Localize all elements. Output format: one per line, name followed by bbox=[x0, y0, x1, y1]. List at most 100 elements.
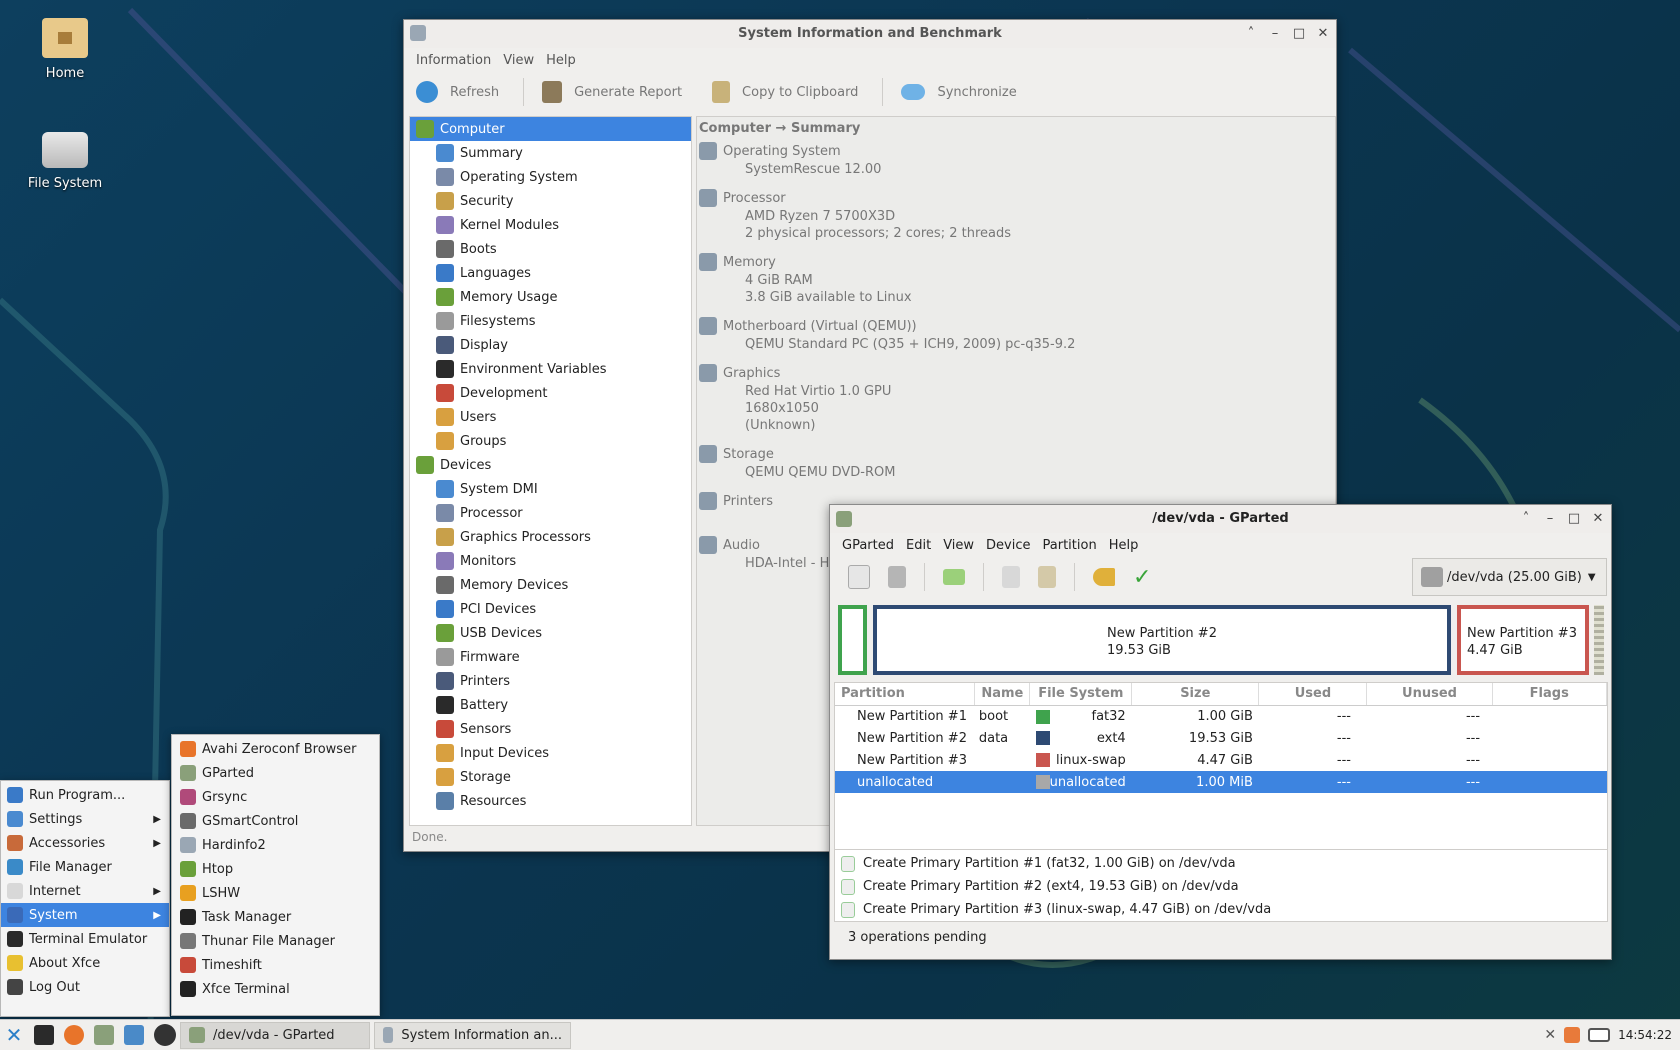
tree-item[interactable]: Memory Devices bbox=[410, 573, 691, 597]
menu-item[interactable]: Internet ▶ bbox=[1, 879, 169, 903]
menu-item[interactable]: Accessories ▶ bbox=[1, 831, 169, 855]
tree-item[interactable]: Operating System bbox=[410, 165, 691, 189]
minimize-icon[interactable]: – bbox=[1268, 20, 1282, 48]
title-bar[interactable]: /dev/vda - GParted ˄ – □ ✕ bbox=[830, 505, 1611, 533]
column-header[interactable]: File System bbox=[1029, 683, 1133, 706]
task-button-gparted[interactable]: /dev/vda - GParted bbox=[180, 1021, 370, 1049]
clock[interactable]: 14:54:22 bbox=[1618, 1028, 1672, 1042]
submenu-item[interactable]: Grsync bbox=[172, 785, 379, 809]
submenu-item[interactable]: LSHW bbox=[172, 881, 379, 905]
notification-icon[interactable] bbox=[1564, 1027, 1581, 1043]
tree-item[interactable]: Display bbox=[410, 333, 691, 357]
operation-item[interactable]: Create Primary Partition #2 (ext4, 19.53… bbox=[835, 875, 1607, 898]
submenu-item[interactable]: Timeshift bbox=[172, 953, 379, 977]
desktop-icon-home[interactable]: Home bbox=[10, 18, 120, 81]
tree-item[interactable]: System DMI bbox=[410, 477, 691, 501]
tree-item[interactable]: PCI Devices bbox=[410, 597, 691, 621]
partition-block-3[interactable]: New Partition #3 4.47 GiB bbox=[1457, 605, 1589, 675]
column-header[interactable]: Name bbox=[974, 683, 1031, 706]
tree-item[interactable]: Monitors bbox=[410, 549, 691, 573]
menu-item[interactable]: Run Program... bbox=[1, 783, 169, 807]
copy-clipboard-button[interactable]: Copy to Clipboard bbox=[700, 81, 876, 103]
generate-report-button[interactable]: Generate Report bbox=[530, 81, 700, 103]
operation-item[interactable]: Create Primary Partition #1 (fat32, 1.00… bbox=[835, 852, 1607, 875]
battery-icon[interactable] bbox=[1588, 1028, 1611, 1042]
minimize-icon[interactable]: – bbox=[1543, 505, 1557, 533]
tree-item[interactable]: Devices bbox=[410, 453, 691, 477]
tree-item[interactable]: Summary bbox=[410, 141, 691, 165]
resize-move-icon[interactable] bbox=[943, 569, 965, 585]
operation-item[interactable]: Create Primary Partition #3 (linux-swap,… bbox=[835, 898, 1607, 921]
submenu-item[interactable]: Xfce Terminal bbox=[172, 977, 379, 1001]
copy-icon[interactable] bbox=[1002, 566, 1020, 588]
table-row[interactable]: unallocated unallocated 1.00 MiB --- --- bbox=[835, 771, 1607, 793]
paste-icon[interactable] bbox=[1038, 566, 1056, 588]
menu-item[interactable]: Settings ▶ bbox=[1, 807, 169, 831]
xfce-menu-icon[interactable]: ✕ bbox=[0, 1021, 28, 1049]
table-row[interactable]: New Partition #2 data ext4 19.53 GiB --- --- bbox=[835, 727, 1607, 749]
shade-icon[interactable]: ˄ bbox=[1244, 20, 1258, 48]
menu-item[interactable]: File Manager bbox=[1, 855, 169, 879]
terminal-icon[interactable] bbox=[34, 1025, 54, 1045]
tree-item[interactable]: Security bbox=[410, 189, 691, 213]
column-header[interactable]: Used bbox=[1258, 683, 1368, 706]
submenu-item[interactable]: Avahi Zeroconf Browser bbox=[172, 737, 379, 761]
submenu-item[interactable]: Task Manager bbox=[172, 905, 379, 929]
tree-item[interactable]: Graphics Processors bbox=[410, 525, 691, 549]
tree-item[interactable]: Memory Usage bbox=[410, 285, 691, 309]
muted-speaker-icon[interactable]: ✕ bbox=[1544, 1027, 1556, 1043]
submenu-item[interactable]: Htop bbox=[172, 857, 379, 881]
menu-edit[interactable]: Edit bbox=[900, 538, 937, 553]
task-button-hardinfo[interactable]: System Information an... bbox=[374, 1021, 571, 1049]
maximize-icon[interactable]: □ bbox=[1567, 505, 1581, 533]
title-bar[interactable]: System Information and Benchmark ˄ – □ ✕ bbox=[404, 20, 1336, 48]
partition-block-unallocated[interactable] bbox=[1594, 605, 1604, 675]
tree-item[interactable]: Input Devices bbox=[410, 741, 691, 765]
menu-item[interactable]: Log Out bbox=[1, 975, 169, 999]
submenu-item[interactable]: GParted bbox=[172, 761, 379, 785]
hardinfo-icon[interactable] bbox=[154, 1024, 176, 1046]
submenu-item[interactable]: Hardinfo2 bbox=[172, 833, 379, 857]
tree-item[interactable]: Processor bbox=[410, 501, 691, 525]
category-tree[interactable]: Computer Summary Operating System Security K… bbox=[409, 116, 692, 826]
tree-item[interactable]: USB Devices bbox=[410, 621, 691, 645]
new-partition-icon[interactable] bbox=[848, 565, 870, 589]
tree-item[interactable]: Sensors bbox=[410, 717, 691, 741]
refresh-button[interactable]: Refresh bbox=[416, 81, 517, 103]
delete-icon[interactable] bbox=[888, 566, 906, 588]
menu-help[interactable]: Help bbox=[1103, 538, 1145, 553]
tree-item[interactable]: Storage bbox=[410, 765, 691, 789]
tree-item[interactable]: Users bbox=[410, 405, 691, 429]
menu-help[interactable]: Help bbox=[540, 53, 582, 68]
undo-icon[interactable] bbox=[1093, 568, 1115, 586]
tree-item[interactable]: Environment Variables bbox=[410, 357, 691, 381]
menu-item[interactable]: About Xfce bbox=[1, 951, 169, 975]
tree-item[interactable]: Printers bbox=[410, 669, 691, 693]
menu-view[interactable]: View bbox=[497, 53, 540, 68]
tree-item[interactable]: Resources bbox=[410, 789, 691, 813]
maximize-icon[interactable]: □ bbox=[1292, 20, 1306, 48]
desktop-icon-filesystem[interactable]: File System bbox=[10, 132, 120, 191]
tree-item[interactable]: Kernel Modules bbox=[410, 213, 691, 237]
tree-item[interactable]: Battery bbox=[410, 693, 691, 717]
column-header[interactable]: Flags bbox=[1492, 683, 1607, 706]
synchronize-button[interactable]: Synchronize bbox=[889, 84, 1034, 100]
tree-item[interactable]: Development bbox=[410, 381, 691, 405]
menu-item[interactable]: System ▶ bbox=[1, 903, 169, 927]
text-editor-icon[interactable] bbox=[124, 1025, 144, 1045]
tree-item[interactable]: Languages bbox=[410, 261, 691, 285]
tree-item[interactable]: Firmware bbox=[410, 645, 691, 669]
close-icon[interactable]: ✕ bbox=[1316, 20, 1330, 48]
menu-information[interactable]: Information bbox=[410, 53, 497, 68]
table-row[interactable]: New Partition #1 boot fat32 1.00 GiB --- --- bbox=[835, 705, 1607, 727]
apply-icon[interactable]: ✓ bbox=[1133, 565, 1151, 590]
menu-device[interactable]: Device bbox=[980, 538, 1036, 553]
menu-view[interactable]: View bbox=[937, 538, 980, 553]
shade-icon[interactable]: ˄ bbox=[1519, 505, 1533, 533]
submenu-item[interactable]: Thunar File Manager bbox=[172, 929, 379, 953]
tree-item[interactable]: Groups bbox=[410, 429, 691, 453]
partition-block-1[interactable] bbox=[838, 605, 867, 675]
close-icon[interactable]: ✕ bbox=[1591, 505, 1605, 533]
firefox-icon[interactable] bbox=[64, 1025, 84, 1045]
tree-item[interactable]: Boots bbox=[410, 237, 691, 261]
